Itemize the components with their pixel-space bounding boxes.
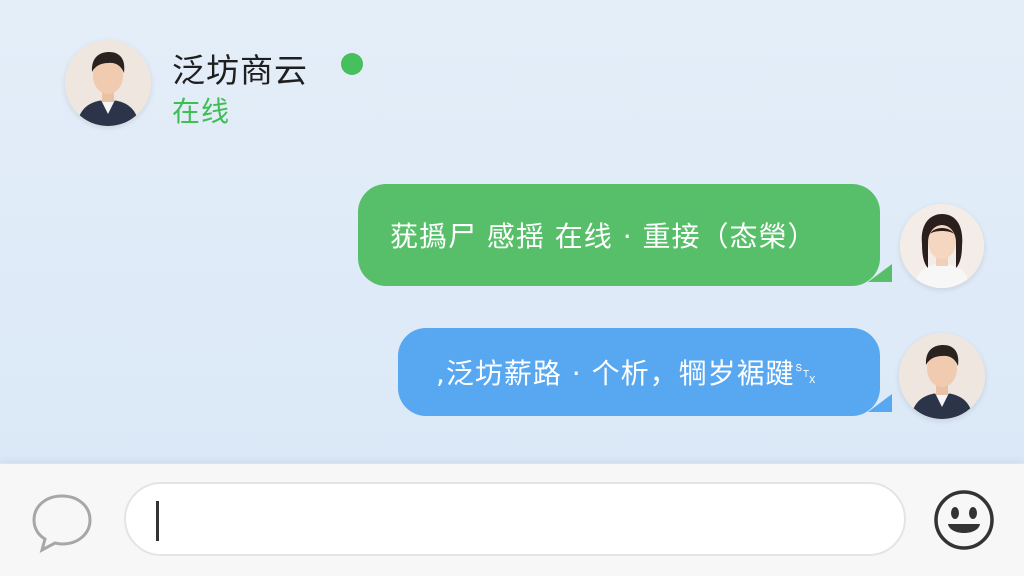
message-bubble[interactable]: ,泛坊薪路 · 个析，犅岁裾踺␂ — [398, 328, 892, 416]
message-text: 莸撝尸 感揺 在线 · 重接（态榮） — [390, 220, 817, 253]
chat-screen: 泛坊商云 在线 莸撝尸 感揺 在线 · 重接（态榮） ,泛坊薪路 · 个析，犅岁… — [0, 0, 1024, 576]
message-input-bar — [0, 463, 1024, 576]
smiley-face-icon[interactable] — [932, 488, 996, 552]
chat-header: 泛坊商云 在线 — [0, 0, 1024, 150]
message-input[interactable] — [124, 482, 906, 556]
online-indicator-icon — [341, 53, 363, 75]
bubble-tail — [868, 264, 892, 282]
contact-name: 泛坊商云 — [172, 51, 308, 90]
message-text: ,泛坊薪路 · 个析，犅岁裾踺␂ — [436, 357, 819, 390]
sender-avatar[interactable] — [899, 333, 985, 419]
sender-avatar[interactable] — [900, 204, 984, 288]
contact-avatar[interactable] — [65, 40, 151, 126]
text-cursor — [156, 501, 159, 541]
contact-status: 在线 — [172, 95, 231, 128]
speech-bubble-icon[interactable] — [30, 490, 94, 554]
bubble-tail — [868, 394, 892, 412]
message-bubble[interactable]: 莸撝尸 感揺 在线 · 重接（态榮） — [358, 184, 892, 286]
